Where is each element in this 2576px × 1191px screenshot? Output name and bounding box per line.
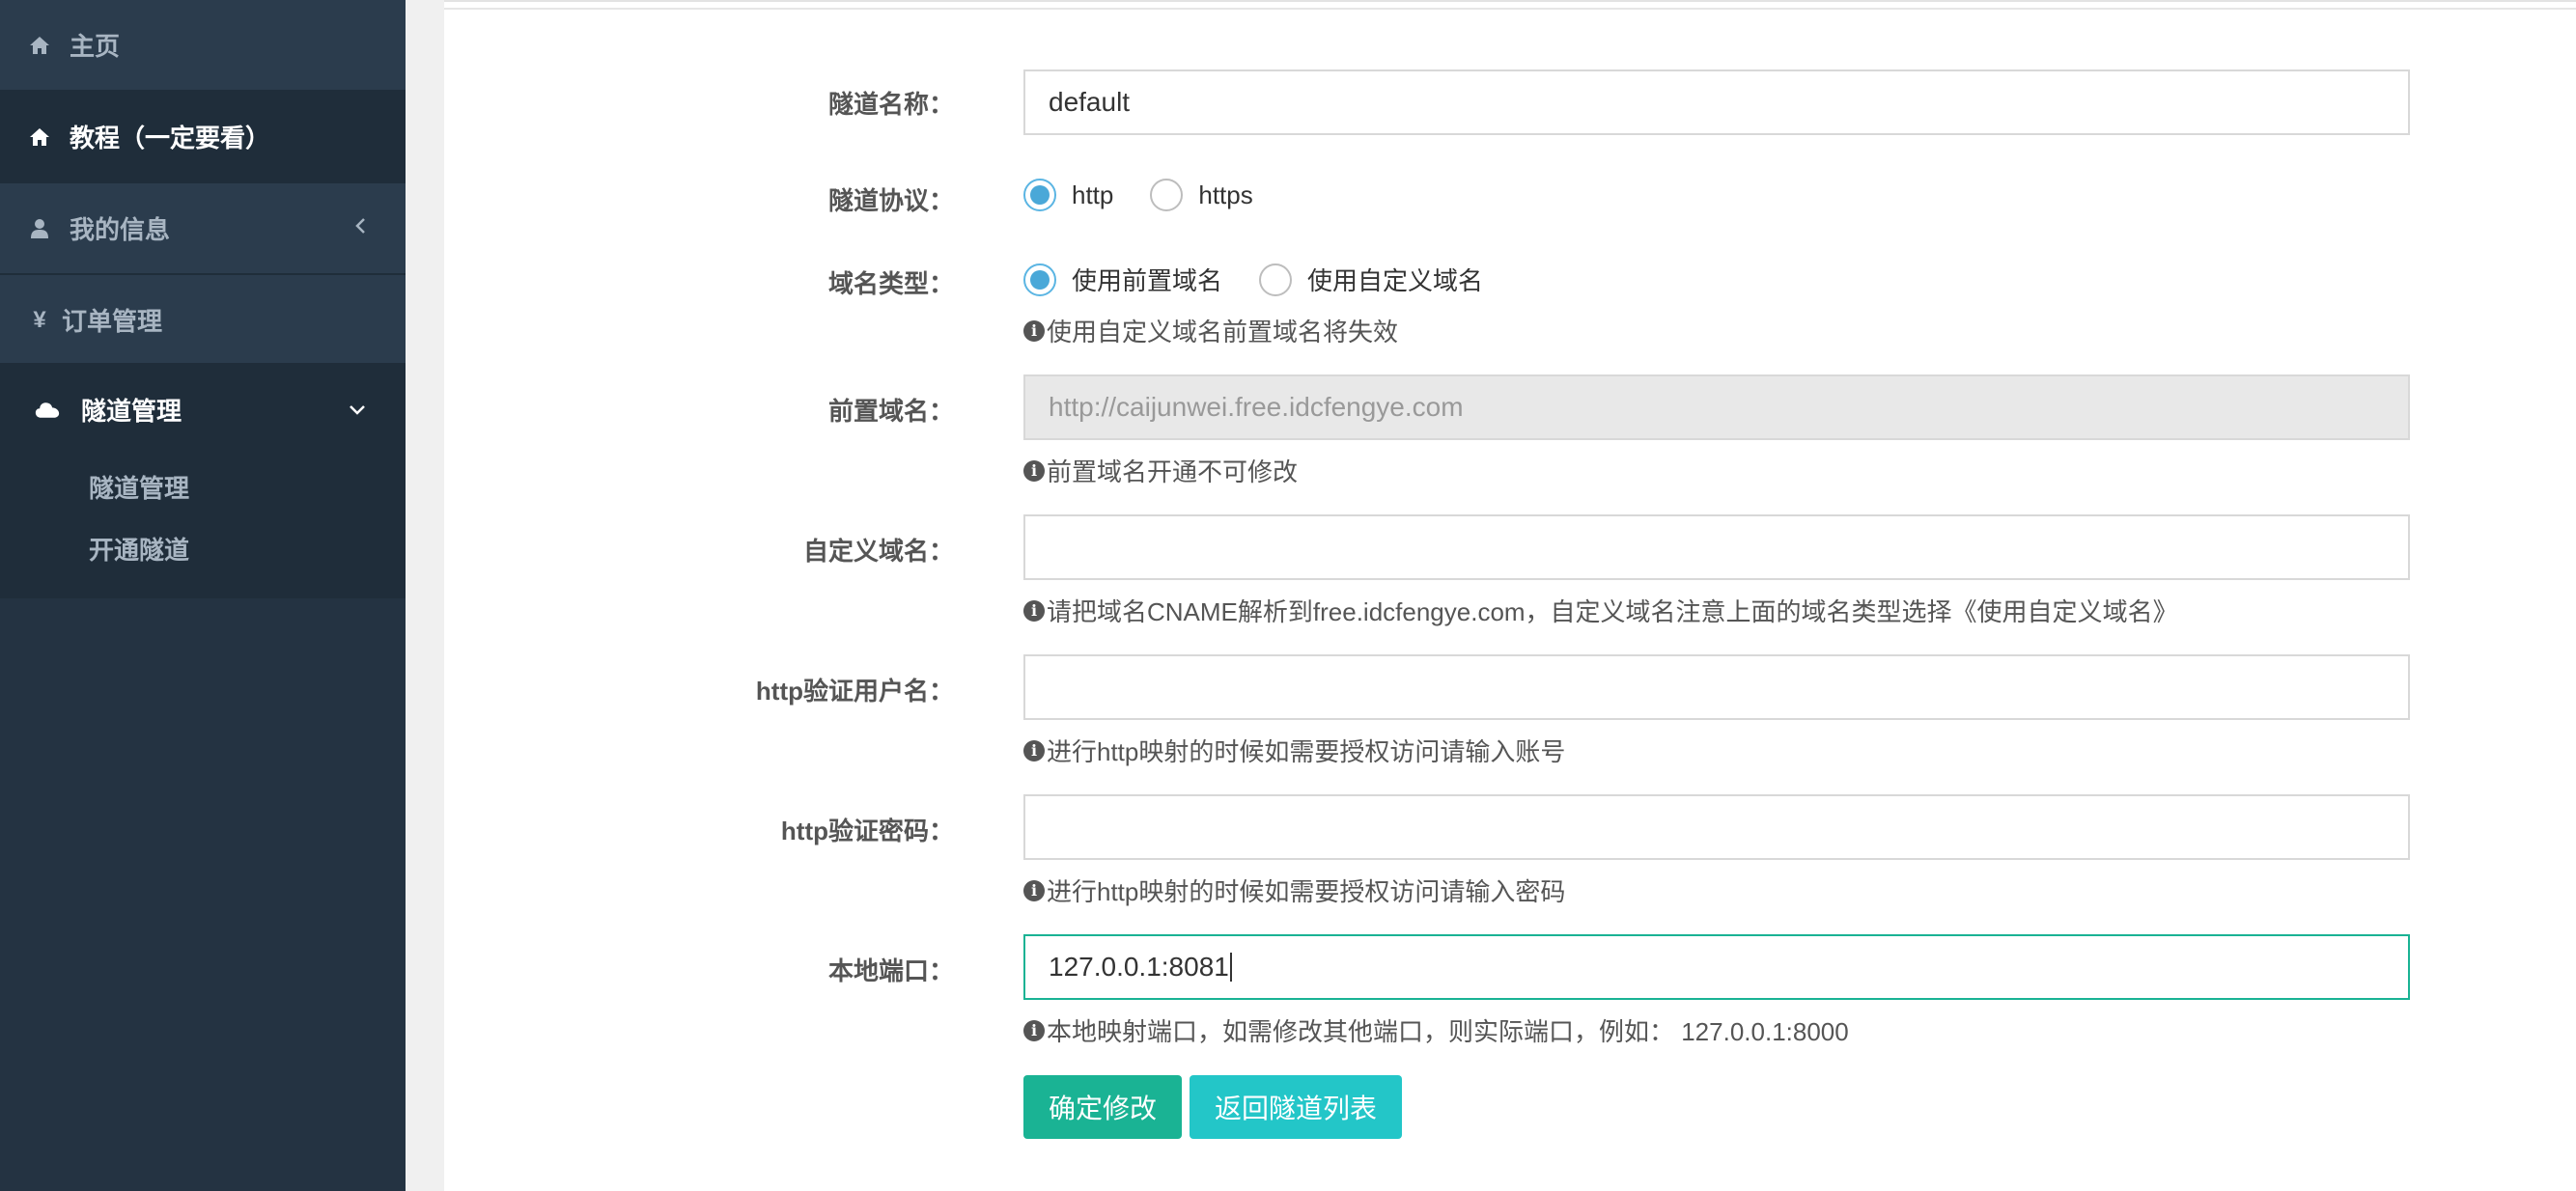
domain-type-radio-custom[interactable]	[1259, 263, 1293, 296]
main-content: 隧道名称： default 隧道协议： http https 域名类型： 使用前…	[444, 0, 2576, 1191]
cloud-icon	[35, 398, 60, 423]
http-user-input[interactable]	[1023, 654, 2410, 720]
custom-domain-label: 自定义域名：	[802, 537, 954, 566]
prefix-domain-help: i 前置域名开通不可修改	[1023, 453, 1298, 488]
info-icon: i	[1023, 599, 1045, 622]
text-caret	[1229, 953, 1232, 982]
help-text: 请把域名CNAME解析到free.idcfengye.com，自定义域名注意上面…	[1047, 597, 2178, 626]
protocol-radio-group: http https	[1023, 179, 1290, 211]
http-user-label: http验证用户名：	[755, 677, 954, 706]
tunnel-name-label: 隧道名称：	[827, 90, 954, 119]
content-gap	[406, 0, 444, 1191]
help-text: 进行http映射的时候如需要授权访问请输入账号	[1047, 737, 1566, 766]
http-password-help: i 进行http映射的时候如需要授权访问请输入密码	[1023, 872, 1565, 908]
protocol-label: 隧道协议：	[827, 186, 954, 215]
info-icon: i	[1023, 459, 1045, 482]
custom-domain-input[interactable]	[1023, 514, 2410, 580]
prefix-domain-input: http://caijunwei.free.idcfengye.com	[1023, 374, 2410, 440]
domain-type-option-label: 使用自定义域名	[1307, 266, 1484, 295]
yen-icon: ¥	[33, 306, 46, 333]
protocol-option-label: http	[1072, 180, 1114, 209]
help-text: 前置域名开通不可修改	[1047, 457, 1299, 486]
confirm-edit-button[interactable]: 确定修改	[1023, 1075, 1182, 1139]
sidebar-subitem-tunnel-manage[interactable]: 隧道管理	[89, 469, 189, 505]
domain-type-radio-prefix[interactable]	[1023, 263, 1056, 296]
domain-type-option-label: 使用前置域名	[1072, 266, 1223, 295]
local-port-value: 127.0.0.1:8081	[1049, 952, 1229, 982]
info-icon: i	[1023, 739, 1045, 762]
local-port-input[interactable]: 127.0.0.1:8081	[1023, 934, 2410, 1000]
info-icon: i	[1023, 879, 1045, 901]
prefix-domain-value: http://caijunwei.free.idcfengye.com	[1049, 392, 1464, 422]
sidebar-item-tutorial[interactable]: 教程（一定要看）	[0, 92, 406, 181]
user-icon	[27, 216, 52, 241]
domain-type-help: i 使用自定义域名前置域名将失效	[1023, 313, 1398, 348]
custom-domain-help: i 请把域名CNAME解析到free.idcfengye.com，自定义域名注意…	[1023, 593, 2178, 628]
help-text: 本地映射端口，如需修改其他端口，则实际端口，例如： 127.0.0.1:8000	[1047, 1017, 1849, 1046]
sidebar-item-label: 订单管理	[62, 307, 163, 336]
sidebar-subitem-open-tunnel[interactable]: 开通隧道	[89, 531, 189, 567]
panel-top-border	[444, 2, 2576, 10]
home-icon	[27, 33, 52, 58]
local-port-label: 本地端口：	[827, 956, 954, 985]
tunnel-name-input[interactable]: default	[1023, 69, 2410, 135]
sidebar-item-label: 隧道管理	[81, 397, 182, 426]
sidebar-item-tunnels[interactable]: 隧道管理	[0, 365, 406, 455]
chevron-down-icon	[348, 397, 367, 424]
sidebar-item-my-info[interactable]: 我的信息	[0, 183, 406, 273]
http-password-input[interactable]	[1023, 794, 2410, 860]
sidebar-item-label: 我的信息	[70, 215, 171, 244]
tunnel-name-value: default	[1049, 87, 1131, 117]
local-port-help: i 本地映射端口，如需修改其他端口，则实际端口，例如： 127.0.0.1:80…	[1023, 1012, 1849, 1048]
protocol-option-label: https	[1198, 180, 1253, 209]
info-icon: i	[1023, 1019, 1045, 1041]
sidebar-item-label: 主页	[70, 32, 121, 61]
info-icon: i	[1023, 319, 1045, 342]
sidebar-item-orders[interactable]: ¥ 订单管理	[0, 275, 406, 365]
http-user-help: i 进行http映射的时候如需要授权访问请输入账号	[1023, 733, 1565, 768]
sidebar-submenu-tunnels: 隧道管理 开通隧道	[0, 454, 406, 598]
back-to-tunnel-list-button[interactable]: 返回隧道列表	[1190, 1075, 1402, 1139]
protocol-radio-http[interactable]	[1023, 179, 1056, 211]
chevron-left-icon	[353, 215, 367, 242]
http-password-label: http验证密码：	[780, 817, 954, 845]
protocol-radio-https[interactable]	[1150, 179, 1184, 211]
sidebar-item-label: 教程（一定要看）	[70, 124, 271, 152]
sidebar-item-home[interactable]: 主页	[0, 0, 406, 90]
prefix-domain-label: 前置域名：	[827, 397, 954, 426]
help-text: 进行http映射的时候如需要授权访问请输入密码	[1047, 877, 1566, 906]
home-icon	[27, 125, 52, 150]
domain-type-label: 域名类型：	[827, 269, 954, 298]
help-text: 使用自定义域名前置域名将失效	[1047, 318, 1399, 346]
sidebar: 主页 教程（一定要看） 我的信息 ¥ 订单管理 隧道管理 隧道管理 开通隧道	[0, 0, 406, 1191]
domain-type-radio-group: 使用前置域名 使用自定义域名	[1023, 262, 1520, 297]
